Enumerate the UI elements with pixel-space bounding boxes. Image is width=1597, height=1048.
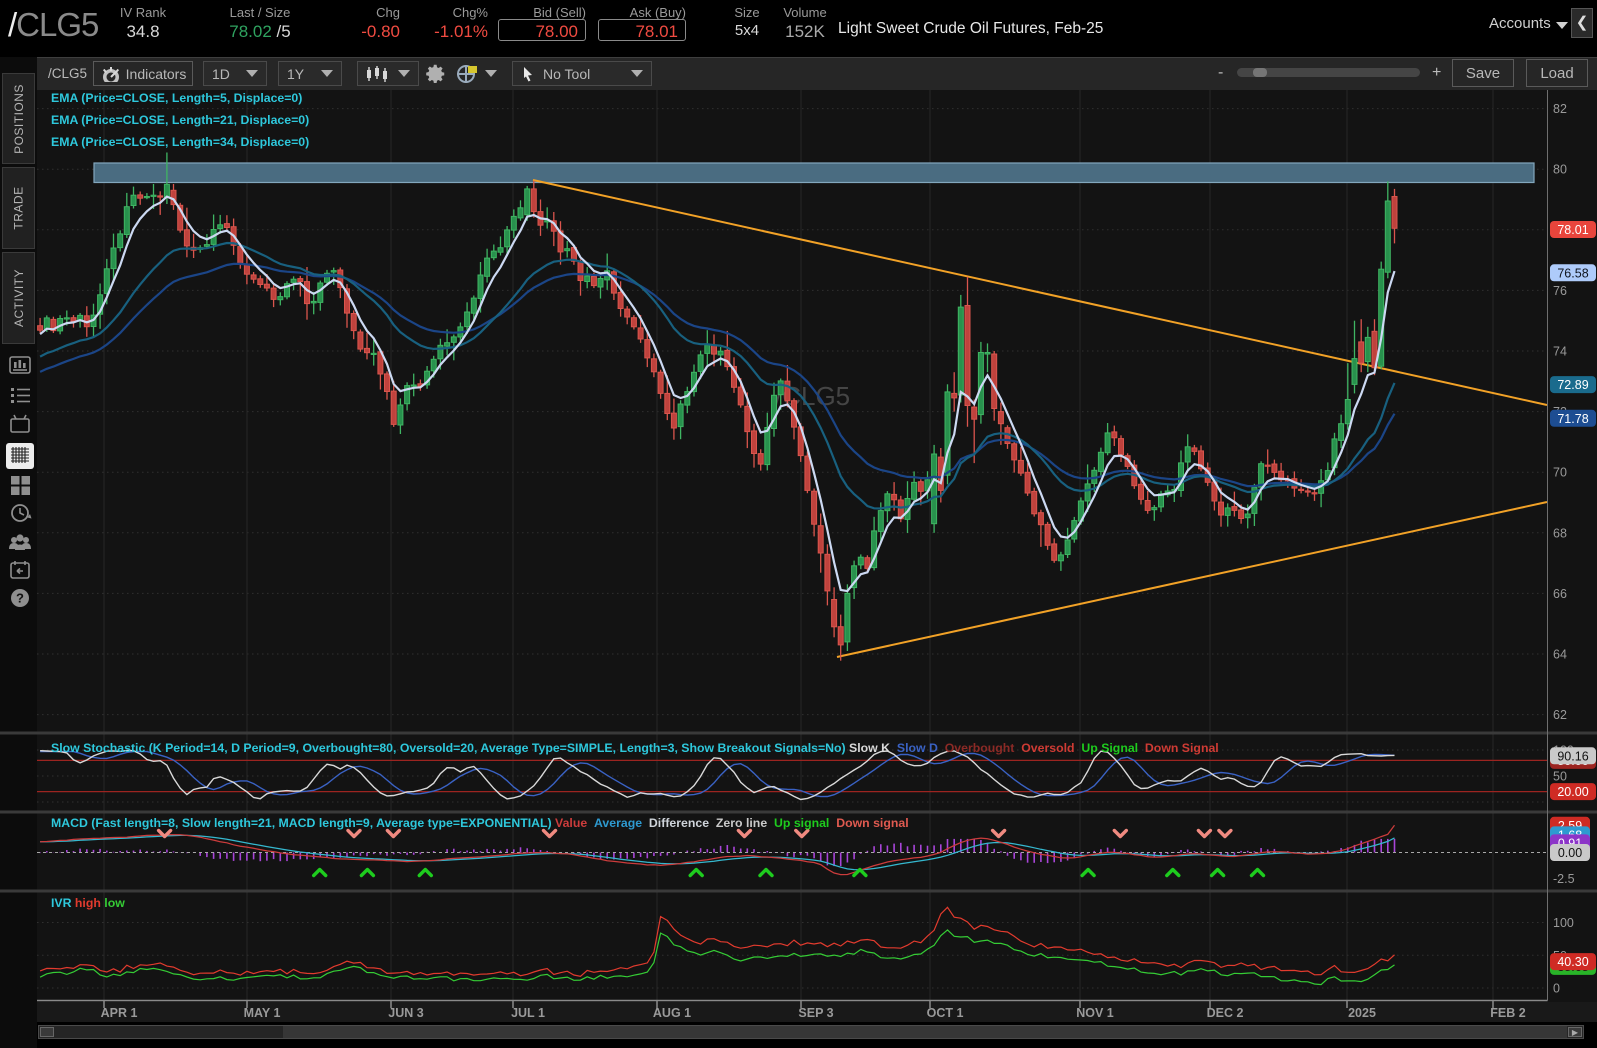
svg-text:0: 0	[1553, 982, 1560, 996]
svg-text:0.00: 0.00	[1558, 846, 1582, 860]
svg-text:?: ?	[16, 591, 24, 606]
svg-text:IVR high low: IVR high low	[51, 896, 125, 910]
svg-text:MACD (Fast length=8, Slow leng: MACD (Fast length=8, Slow length=21, MAC…	[51, 816, 909, 830]
svg-text:68: 68	[1553, 526, 1567, 540]
svg-text:-2.5: -2.5	[1553, 872, 1575, 886]
svg-text:50: 50	[1553, 770, 1567, 784]
svg-text:MAY 1: MAY 1	[244, 1006, 281, 1020]
svg-text:70: 70	[1553, 466, 1567, 480]
svg-text:NOV 1: NOV 1	[1076, 1006, 1114, 1020]
svg-text:82: 82	[1553, 102, 1567, 116]
svg-text:64: 64	[1553, 648, 1567, 662]
svg-text:OCT 1: OCT 1	[927, 1006, 964, 1020]
svg-text:EMA (Price=CLOSE, Length=21, D: EMA (Price=CLOSE, Length=21, Displace=0)	[51, 113, 309, 127]
svg-text:90.16: 90.16	[1557, 749, 1588, 763]
svg-text:20.00: 20.00	[1557, 785, 1588, 799]
svg-text:71.78: 71.78	[1557, 412, 1588, 426]
svg-text:APR 1: APR 1	[101, 1006, 138, 1020]
svg-text:76: 76	[1553, 284, 1567, 298]
svg-text:62: 62	[1553, 708, 1567, 722]
svg-text:2025: 2025	[1348, 1006, 1376, 1020]
svg-text:80: 80	[1553, 163, 1567, 177]
svg-text:EMA (Price=CLOSE, Length=5, Di: EMA (Price=CLOSE, Length=5, Displace=0)	[51, 91, 302, 105]
svg-text:AUG 1: AUG 1	[653, 1006, 691, 1020]
svg-text:100: 100	[1553, 916, 1574, 930]
svg-text:EMA (Price=CLOSE, Length=34, D: EMA (Price=CLOSE, Length=34, Displace=0)	[51, 135, 309, 149]
svg-text:40.30: 40.30	[1557, 955, 1588, 969]
svg-text:78.01: 78.01	[1557, 223, 1588, 237]
svg-text:Slow Stochastic (K Period=14,: Slow Stochastic (K Period=14, D Period=9…	[51, 741, 1219, 755]
svg-text:JUN 3: JUN 3	[388, 1006, 423, 1020]
svg-text:DEC 2: DEC 2	[1207, 1006, 1244, 1020]
svg-text:72.89: 72.89	[1557, 378, 1588, 392]
svg-text:FEB 2: FEB 2	[1490, 1006, 1525, 1020]
svg-text:74: 74	[1553, 345, 1567, 359]
svg-text:76.58: 76.58	[1557, 266, 1588, 280]
svg-text:SEP 3: SEP 3	[798, 1006, 833, 1020]
svg-text:66: 66	[1553, 587, 1567, 601]
svg-text:JUL 1: JUL 1	[511, 1006, 545, 1020]
